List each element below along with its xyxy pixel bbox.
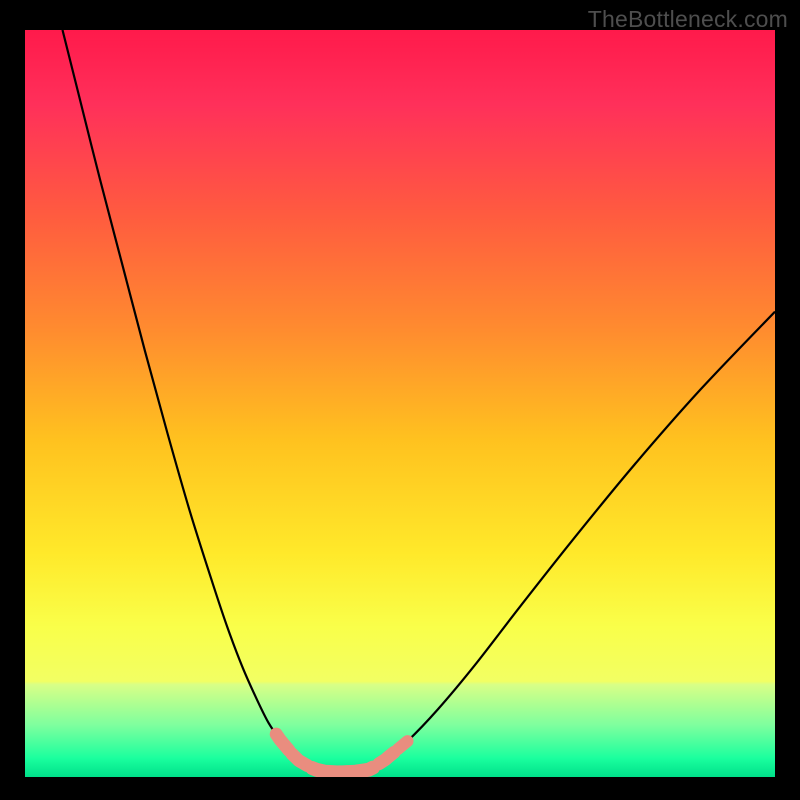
bottleneck-chart: [0, 0, 800, 800]
highlight-segment: [398, 741, 408, 749]
gradient-background: [25, 30, 775, 777]
highlight-segment: [312, 768, 373, 773]
watermark-text: TheBottleneck.com: [588, 6, 788, 33]
